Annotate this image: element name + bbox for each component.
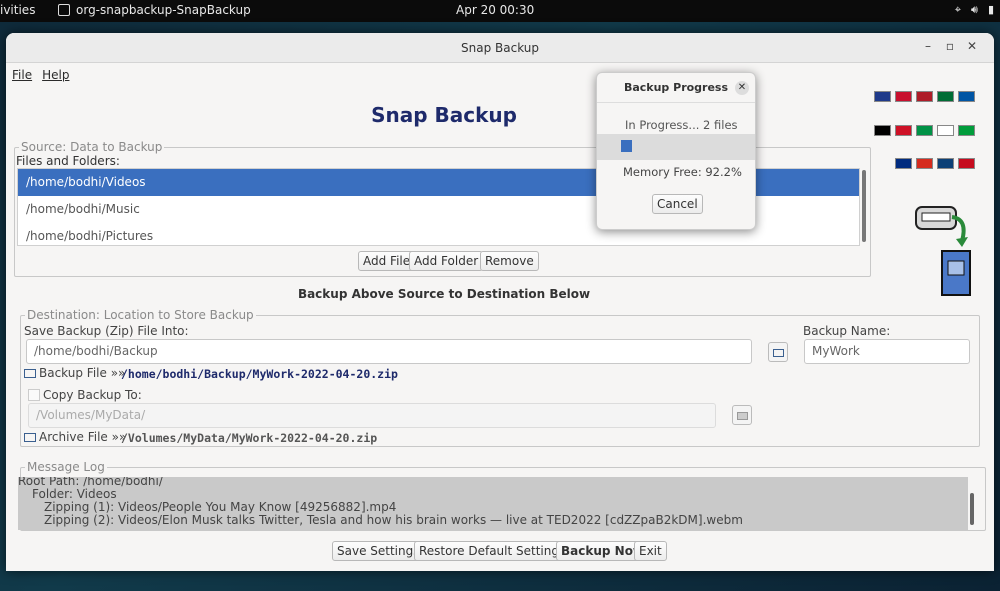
message-log-scrollbar[interactable] [970, 493, 974, 525]
source-list-scrollbar[interactable] [862, 170, 866, 242]
copy-backup-label: Copy Backup To: [43, 388, 142, 402]
copy-backup-checkbox[interactable] [28, 389, 40, 401]
app-name: org-snapbackup-SnapBackup [76, 3, 251, 17]
folder-icon [737, 412, 748, 420]
flag-button[interactable] [937, 91, 954, 102]
save-settings-button[interactable]: Save Settings [332, 541, 425, 561]
flag-button[interactable] [937, 158, 954, 169]
clock[interactable]: Apr 20 00:30 [456, 3, 534, 17]
flag-button[interactable] [895, 125, 912, 136]
cancel-button[interactable]: Cancel [652, 194, 703, 214]
maximize-icon[interactable]: ▫ [942, 39, 958, 53]
menu-bar: File Help [12, 68, 69, 82]
dialog-close-icon[interactable]: ✕ [735, 81, 749, 95]
log-line: Root Path: /home/bodhi/ [18, 477, 163, 488]
backup-progress-dialog: Backup Progress ✕ In Progress... 2 files… [596, 72, 756, 230]
flag-button[interactable] [874, 91, 891, 102]
menu-help[interactable]: Help [42, 68, 69, 82]
browse-copy-folder-button[interactable] [732, 405, 752, 425]
app-menu[interactable]: org-snapbackup-SnapBackup [58, 3, 251, 17]
flag-button[interactable] [916, 158, 933, 169]
destination-legend: Destination: Location to Store Backup [25, 308, 256, 322]
message-log[interactable]: Root Path: /home/bodhi/ Folder: Videos Z… [18, 477, 968, 530]
add-folder-button[interactable]: Add Folder [409, 251, 484, 271]
save-into-label: Save Backup (Zip) File Into: [24, 324, 189, 338]
backup-name-label: Backup Name: [803, 324, 891, 338]
snap-backup-window: Snap Backup – ▫ ✕ File Help Snap Backup [6, 33, 994, 571]
copy-path-input[interactable]: /Volumes/MyData/ [28, 403, 716, 428]
remove-button[interactable]: Remove [480, 251, 539, 271]
files-folders-label: Files and Folders: [16, 154, 120, 168]
progress-bar-fill [621, 140, 632, 152]
section-title: Backup Above Source to Destination Below [297, 287, 591, 301]
archive-file-path: /Volumes/MyData/MyWork-2022-04-20.zip [121, 431, 378, 445]
flag-button[interactable] [916, 125, 933, 136]
battery-icon[interactable]: ▮ [988, 3, 994, 17]
folder-icon [773, 349, 784, 357]
volume-icon[interactable]: 🔊︎ [971, 3, 978, 17]
snap-backup-logo-icon [915, 206, 971, 296]
log-line: Zipping (2): Videos/Elon Musk talks Twit… [44, 513, 743, 527]
archive-file-label: Archive File »» [24, 430, 126, 444]
progress-bar [597, 134, 755, 160]
message-log-legend: Message Log [25, 460, 107, 474]
flag-button[interactable] [895, 158, 912, 169]
browse-folder-button[interactable] [768, 342, 788, 362]
backup-file-label: Backup File »» [24, 366, 125, 380]
folder-icon [24, 369, 36, 378]
flag-button[interactable] [958, 125, 975, 136]
flag-button[interactable] [937, 125, 954, 136]
folder-icon [24, 433, 36, 442]
system-tray[interactable]: ⌖ 🔊︎ ▮ [955, 3, 994, 17]
flag-button[interactable] [916, 91, 933, 102]
close-icon[interactable]: ✕ [964, 39, 980, 53]
flag-button[interactable] [958, 158, 975, 169]
minimize-icon[interactable]: – [920, 39, 936, 53]
exit-button[interactable]: Exit [634, 541, 667, 561]
backup-file-path: /home/bodhi/Backup/MyWork-2022-04-20.zip [121, 367, 398, 381]
activities-button[interactable]: ivities [0, 3, 35, 17]
source-legend: Source: Data to Backup [19, 140, 165, 154]
network-icon[interactable]: ⌖ [955, 3, 961, 17]
app-icon [58, 4, 70, 16]
progress-text: In Progress... 2 files [625, 118, 738, 132]
backup-name-input[interactable]: MyWork [804, 339, 970, 364]
flag-button[interactable] [895, 91, 912, 102]
dialog-title: Backup Progress [597, 73, 755, 103]
window-title: Snap Backup [461, 41, 539, 55]
menu-file[interactable]: File [12, 68, 32, 82]
memory-free-text: Memory Free: 92.2% [623, 165, 742, 179]
save-path-input[interactable]: /home/bodhi/Backup [26, 339, 752, 364]
window-titlebar[interactable]: Snap Backup – ▫ ✕ [6, 33, 994, 63]
flag-button[interactable] [958, 91, 975, 102]
flag-button[interactable] [874, 125, 891, 136]
restore-defaults-button[interactable]: Restore Default Settings [414, 541, 571, 561]
system-top-bar: ivities org-snapbackup-SnapBackup Apr 20… [0, 0, 1000, 22]
add-file-button[interactable]: Add File [358, 251, 416, 271]
